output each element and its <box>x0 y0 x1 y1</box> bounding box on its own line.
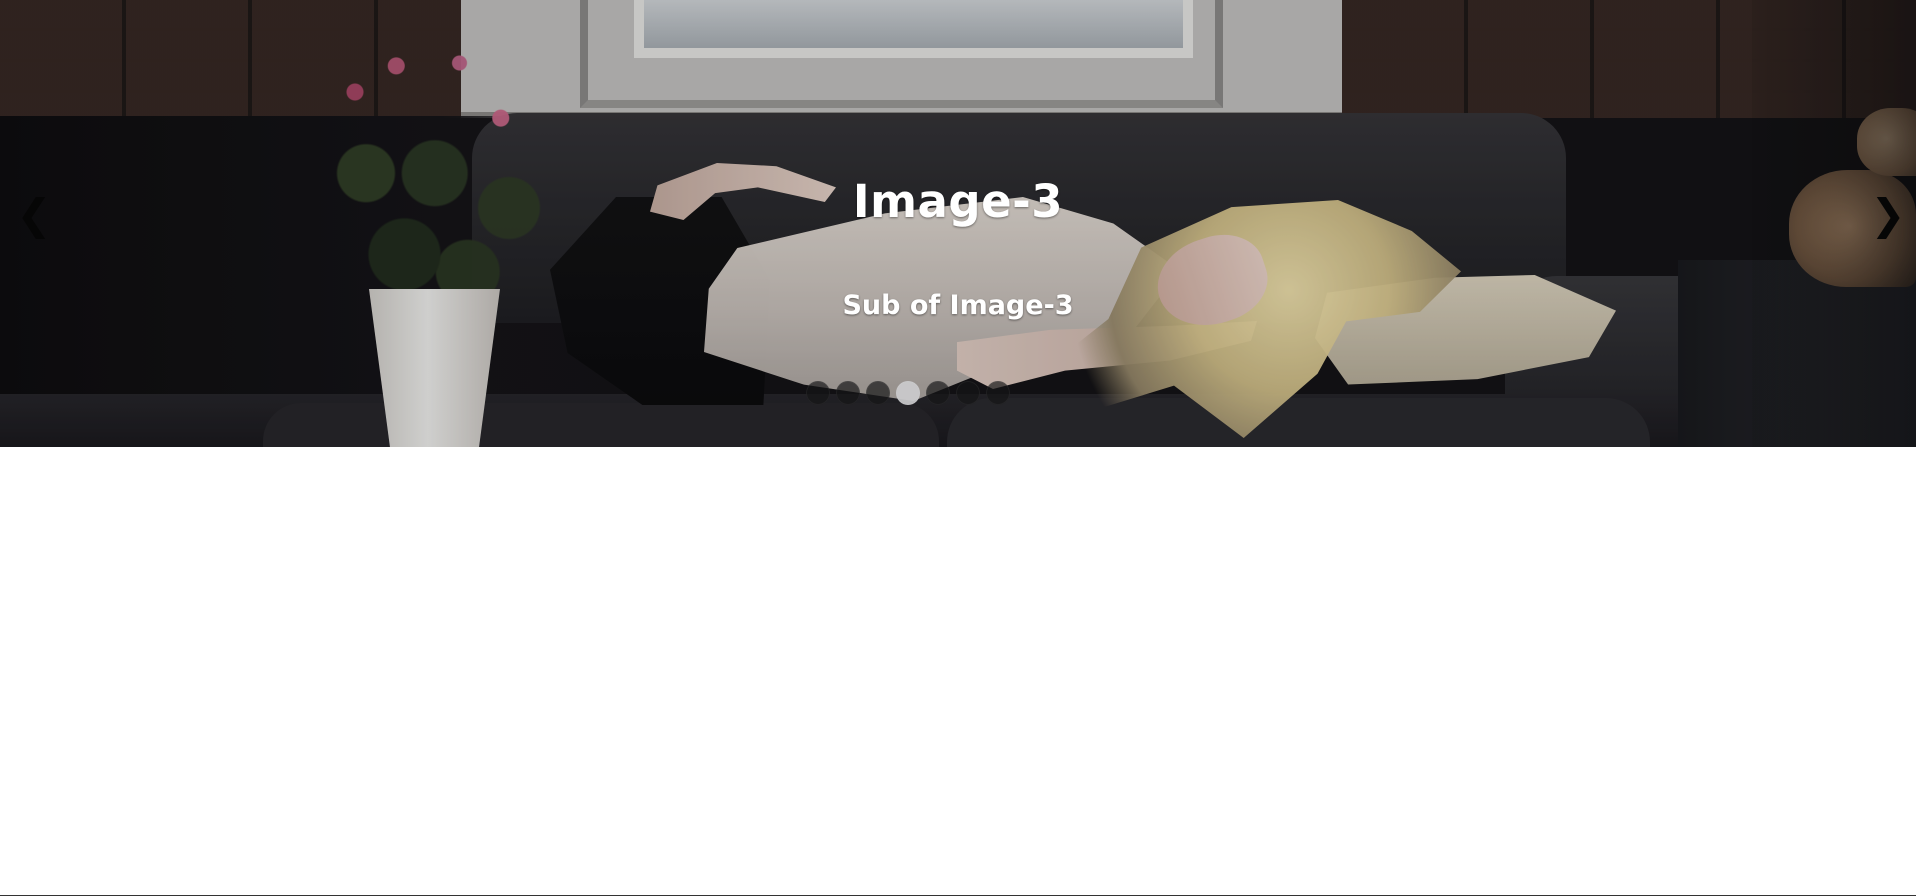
slide-dot[interactable] <box>986 381 1010 405</box>
image-slider: Image-3 Sub of Image-3 ❮ ❯ <box>0 0 1916 447</box>
slide-dot[interactable] <box>926 381 950 405</box>
slide-title: Image-3 <box>852 175 1064 228</box>
previous-slide-button[interactable]: ❮ <box>10 191 58 239</box>
slide-dot[interactable] <box>806 381 830 405</box>
slide-indicators <box>806 380 1056 406</box>
chevron-left-icon: ❮ <box>16 190 52 239</box>
slide-dot[interactable] <box>836 381 860 405</box>
slide-dot[interactable] <box>956 381 980 405</box>
slide-subtitle: Sub of Image-3 <box>842 290 1074 321</box>
slide-dot[interactable] <box>866 381 890 405</box>
active-slide-dot[interactable] <box>896 381 920 405</box>
chevron-right-icon: ❯ <box>1870 190 1906 239</box>
next-slide-button[interactable]: ❯ <box>1864 191 1912 239</box>
